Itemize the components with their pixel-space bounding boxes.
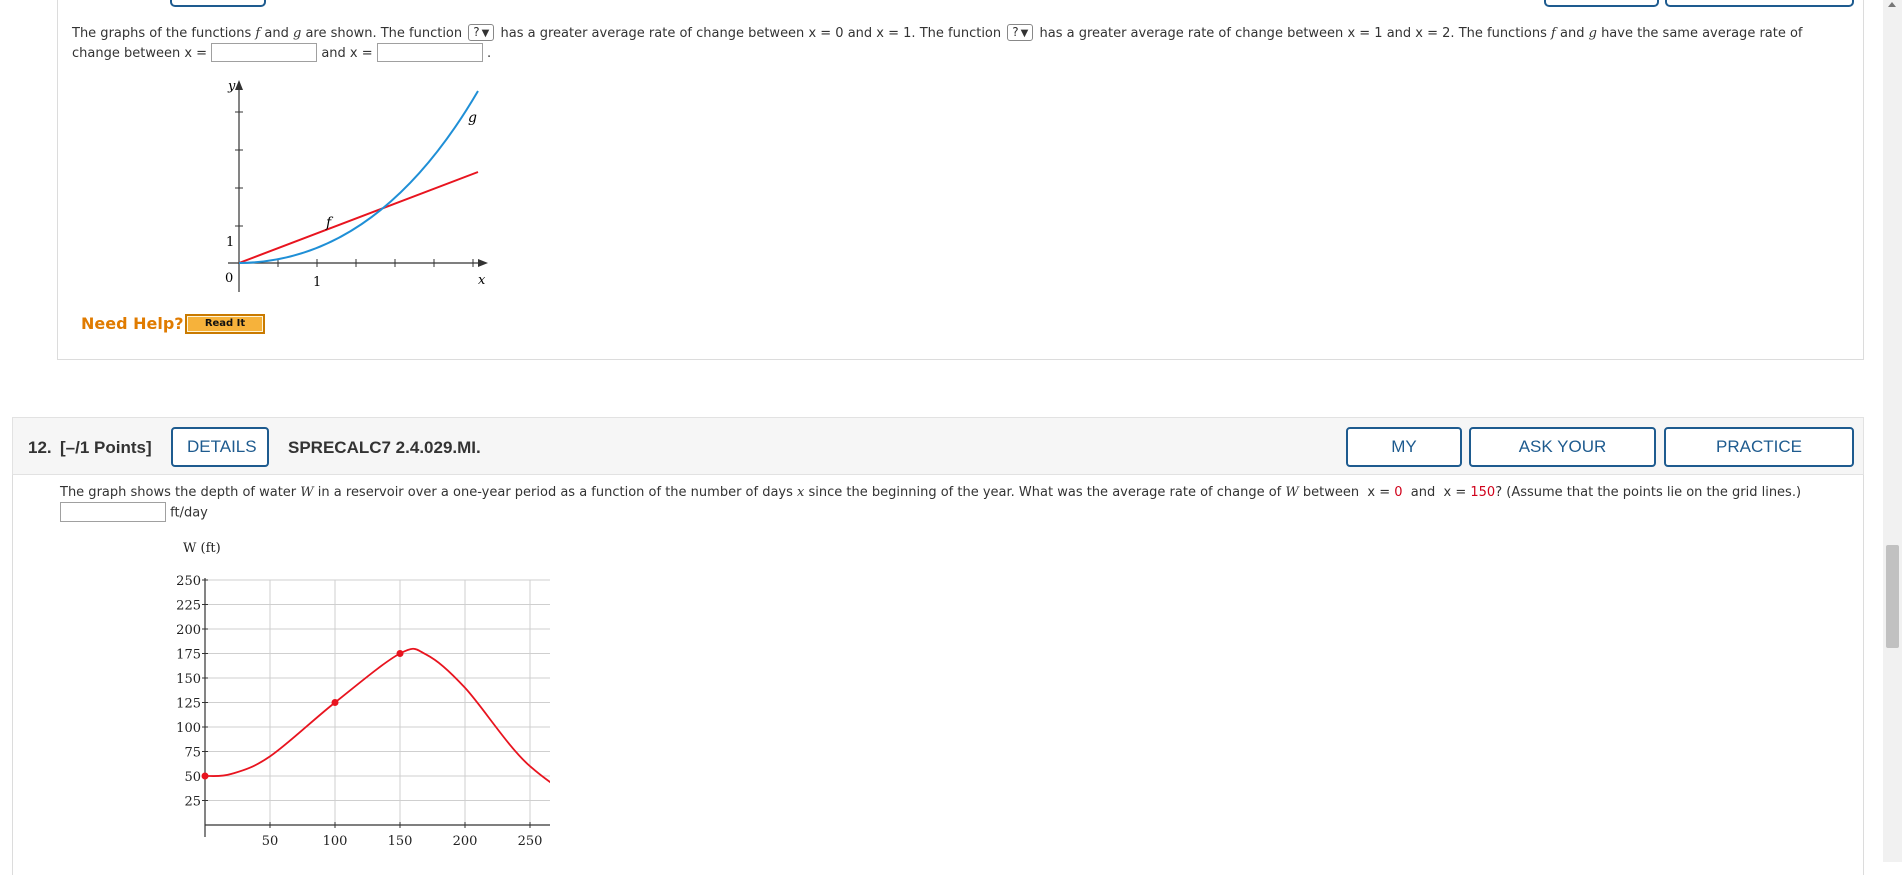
x-tick-label: 100 (323, 834, 348, 849)
g-curve-label: g (468, 110, 477, 126)
read-it-button[interactable]: Read It (185, 314, 265, 334)
reservoir-depth-chart: 25 50 75 100 125 150 175 200 225 250 50 100 150 200 25… (176, 541, 550, 849)
q12-question-text: The graph shows the depth of water W in … (60, 485, 1802, 522)
y-tick-label: 1 (226, 235, 234, 250)
origin-label: 0 (225, 271, 233, 286)
y-tick-label: 50 (184, 770, 201, 785)
chevron-down-icon: ▼ (481, 28, 490, 39)
ask-your-teacher-button[interactable]: ASK YOUR TEACHER (1469, 427, 1656, 492)
page-scrollbar[interactable] (1883, 0, 1902, 862)
y-tick-label: 175 (176, 648, 201, 663)
g-graph-curve (238, 90, 479, 264)
x-start-value: 0 (1394, 485, 1403, 500)
practice-another-button[interactable]: PRACTICE ANOTHER (1664, 427, 1854, 492)
f-graph-line (238, 171, 479, 264)
y-tick-label: 100 (176, 721, 201, 736)
f-curve-label: f (325, 215, 334, 231)
x-axis-label: x (478, 273, 486, 288)
q11-header-button-bottom-edge[interactable] (170, 0, 266, 7)
depth-curve (204, 647, 550, 784)
x-tick-label: 1 (313, 275, 321, 290)
question-points: [–/1 Points] (60, 438, 152, 457)
x-tick-label: 250 (518, 834, 543, 849)
data-point-marker (201, 772, 209, 780)
x-end-value: 150 (1470, 485, 1496, 500)
y-tick-label: 75 (184, 746, 201, 761)
y-axis-arrow-icon (235, 80, 243, 90)
y-axis-label: y (227, 79, 236, 94)
q11-function-graph: y x 0 1 1 f g (225, 79, 488, 292)
question-12-header: 12. [–/1 Points] DETAILS SPRECALC7 2.4.0… (12, 417, 1864, 492)
y-tick-label: 250 (176, 574, 201, 589)
need-help-label: Need Help? (81, 314, 184, 333)
x-tick-label: 50 (262, 834, 279, 849)
q11-question-text: The graphs of the functions f and g are … (72, 24, 1803, 62)
details-button[interactable]: DETAILS (171, 427, 269, 467)
scroll-up-arrow-icon[interactable] (1888, 2, 1896, 7)
question-code: SPRECALC7 2.4.029.MI. (288, 438, 481, 457)
question-11-panel: The graphs of the functions f and g are … (57, 0, 1864, 360)
y-tick-label: 125 (176, 697, 201, 712)
chevron-down-icon: ▼ (1020, 28, 1029, 39)
y-tick-label: 25 (184, 795, 201, 810)
x-tick-label: 150 (388, 834, 413, 849)
data-point-marker (396, 650, 404, 657)
y-tick-label: 200 (176, 623, 201, 638)
q11-header-button-bottom-edge[interactable] (1544, 0, 1659, 7)
y-axis-label: W (ft) (183, 541, 221, 556)
q11-function-select-1[interactable]: ? ▼ (468, 24, 495, 41)
x-tick-label: 200 (453, 834, 478, 849)
q11-header-button-bottom-edge[interactable] (1665, 0, 1854, 7)
question-number: 12. (28, 438, 52, 457)
scrollbar-thumb[interactable] (1886, 545, 1899, 648)
answer-input[interactable] (60, 502, 166, 522)
q11-function-select-2[interactable]: ? ▼ (1007, 24, 1034, 41)
answer-unit: ft/day (170, 505, 208, 521)
q11-x-input-1[interactable] (211, 43, 318, 62)
my-notes-button[interactable]: MY NOTES (1346, 427, 1462, 492)
y-tick-label: 150 (176, 672, 201, 687)
x-axis-arrow-icon (478, 259, 488, 267)
q11-x-input-2[interactable] (376, 43, 483, 62)
y-tick-label: 225 (176, 599, 201, 614)
data-point-marker (331, 699, 339, 706)
